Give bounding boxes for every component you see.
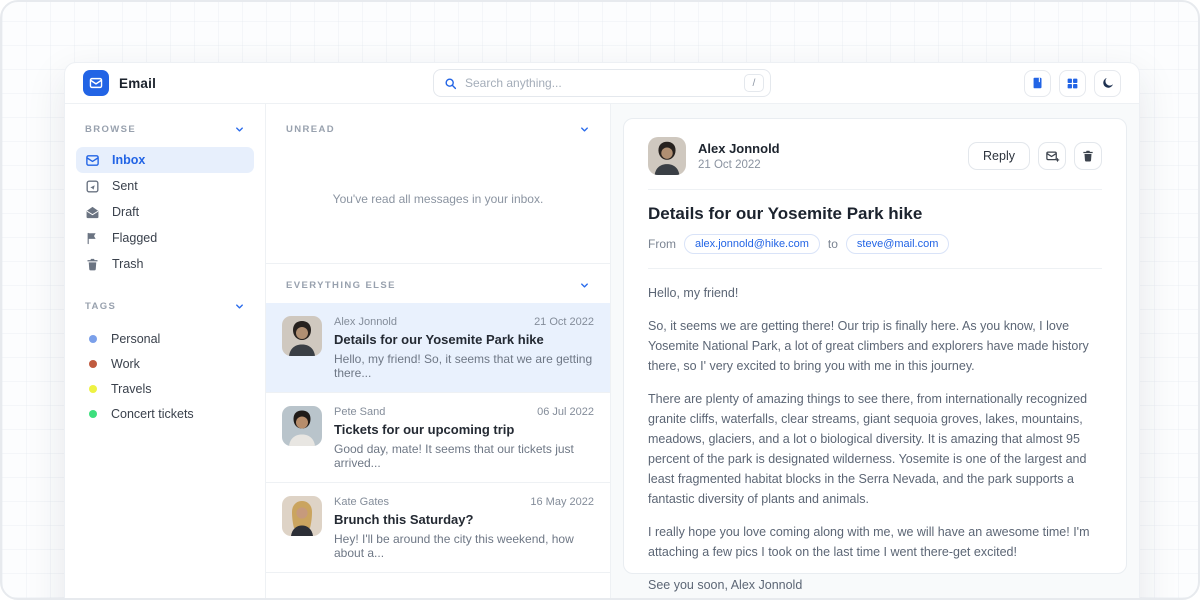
grid-icon [1066, 77, 1079, 90]
tag-color-dot [89, 360, 97, 368]
to-email-pill[interactable]: steve@mail.com [846, 234, 949, 254]
tag-item-personal[interactable]: Personal [85, 326, 245, 351]
sent-icon [85, 179, 100, 194]
tag-label: Travels [111, 382, 152, 396]
message-subject: Details for our Yosemite Park hike [334, 332, 594, 347]
tag-item-work[interactable]: Work [85, 351, 245, 376]
mail-forward-icon [1045, 149, 1060, 164]
tag-color-dot [89, 385, 97, 393]
tag-item-concert-tickets[interactable]: Concert tickets [85, 401, 245, 426]
message-subject: Brunch this Saturday? [334, 512, 594, 527]
email-paragraph: There are plenty of amazing things to se… [648, 389, 1102, 509]
tag-label: Work [111, 357, 140, 371]
reading-pane: Alex Jonnold 21 Oct 2022 Reply [611, 104, 1139, 600]
message-list-item[interactable]: Alex Jonnold 21 Oct 2022 Details for our… [266, 303, 610, 393]
message-sender: Kate Gates [334, 496, 389, 508]
sidebar-item-flagged[interactable]: Flagged [76, 225, 254, 251]
sidebar-item-label: Flagged [112, 231, 157, 245]
message-preview: Good day, mate! It seems that our ticket… [334, 442, 594, 470]
sidebar-item-sent[interactable]: Sent [76, 173, 254, 199]
message-sender: Alex Jonnold [334, 316, 397, 328]
sidebar-item-label: Inbox [112, 153, 145, 167]
from-label: From [648, 237, 676, 251]
divider [648, 268, 1102, 269]
avatar [282, 496, 322, 536]
sidebar-item-label: Trash [112, 257, 144, 271]
tags-label: TAGS [85, 301, 116, 312]
email-detail-card: Alex Jonnold 21 Oct 2022 Reply [623, 118, 1127, 574]
unread-empty-text: You've read all messages in your inbox. [333, 192, 544, 206]
dark-mode-button[interactable] [1094, 70, 1121, 97]
message-list-item[interactable]: Kate Gates 16 May 2022 Brunch this Satur… [266, 483, 610, 573]
draft-icon [85, 205, 100, 220]
email-paragraph: So, it seems we are getting there! Our t… [648, 316, 1102, 376]
detail-subject: Details for our Yosemite Park hike [648, 204, 1102, 224]
message-preview: Hello, my friend! So, it seems that we a… [334, 352, 594, 380]
email-app-window: Email Search anything... / [64, 62, 1140, 600]
sidebar-item-draft[interactable]: Draft [76, 199, 254, 225]
from-email-pill[interactable]: alex.jonnold@hike.com [684, 234, 820, 254]
delete-button[interactable] [1074, 142, 1102, 170]
chevron-down-icon[interactable] [234, 301, 245, 312]
moon-icon [1101, 76, 1115, 90]
avatar [282, 316, 322, 356]
everything-else-section-header[interactable]: EVERYTHING ELSE [286, 280, 590, 291]
detail-date: 21 Oct 2022 [698, 159, 780, 171]
unread-section-header[interactable]: UNREAD [286, 124, 590, 135]
message-date: 16 May 2022 [530, 496, 594, 508]
detail-sender-name: Alex Jonnold [698, 141, 780, 156]
unread-empty-state: You've read all messages in your inbox. [266, 135, 610, 263]
divider [648, 189, 1102, 190]
message-date: 21 Oct 2022 [534, 316, 594, 328]
flag-icon [85, 231, 100, 246]
book-icon [1031, 76, 1045, 90]
message-sender: Pete Sand [334, 406, 385, 418]
chevron-down-icon[interactable] [234, 124, 245, 135]
message-subject: Tickets for our upcoming trip [334, 422, 594, 437]
inbox-icon [85, 153, 100, 168]
search-icon [444, 77, 457, 90]
sidebar-item-inbox[interactable]: Inbox [76, 147, 254, 173]
tags-section-header[interactable]: TAGS [85, 301, 245, 312]
avatar [282, 406, 322, 446]
browse-label: BROWSE [85, 124, 136, 135]
app-header: Email Search anything... / [65, 63, 1139, 104]
email-body: Hello, my friend! So, it seems we are ge… [648, 283, 1102, 595]
unread-label: UNREAD [286, 124, 335, 135]
app-logo-mail-icon [83, 70, 109, 96]
page-background: Email Search anything... / [0, 0, 1200, 600]
to-label: to [828, 237, 838, 251]
chevron-down-icon[interactable] [579, 280, 590, 291]
email-paragraph: See you soon, Alex Jonnold [648, 575, 1102, 595]
tag-label: Personal [111, 332, 160, 346]
sidebar-item-label: Draft [112, 205, 139, 219]
message-preview: Hey! I'll be around the city this weeken… [334, 532, 594, 560]
email-paragraph: I really hope you love coming along with… [648, 522, 1102, 562]
tag-color-dot [89, 410, 97, 418]
everything-else-label: EVERYTHING ELSE [286, 280, 396, 291]
sidebar-item-label: Sent [112, 179, 138, 193]
tag-item-travels[interactable]: Travels [85, 376, 245, 401]
email-paragraph: Hello, my friend! [648, 283, 1102, 303]
chevron-down-icon[interactable] [579, 124, 590, 135]
message-date: 06 Jul 2022 [537, 406, 594, 418]
sidebar-item-trash[interactable]: Trash [76, 251, 254, 277]
notebook-button[interactable] [1024, 70, 1051, 97]
avatar [648, 137, 686, 175]
search-shortcut-badge: / [744, 74, 764, 92]
forward-button[interactable] [1038, 142, 1066, 170]
search-placeholder: Search anything... [465, 76, 736, 90]
trash-icon [1081, 149, 1095, 163]
reply-button[interactable]: Reply [968, 142, 1030, 170]
sidebar: BROWSE Inbox [65, 104, 265, 600]
browse-section-header[interactable]: BROWSE [85, 124, 245, 135]
search-input[interactable]: Search anything... / [433, 69, 771, 97]
app-title: Email [119, 76, 156, 91]
tag-label: Concert tickets [111, 407, 194, 421]
message-list: UNREAD You've read all messages in your … [265, 104, 611, 600]
tag-color-dot [89, 335, 97, 343]
trash-icon [85, 257, 100, 272]
apps-button[interactable] [1059, 70, 1086, 97]
message-list-item[interactable]: Pete Sand 06 Jul 2022 Tickets for our up… [266, 393, 610, 483]
